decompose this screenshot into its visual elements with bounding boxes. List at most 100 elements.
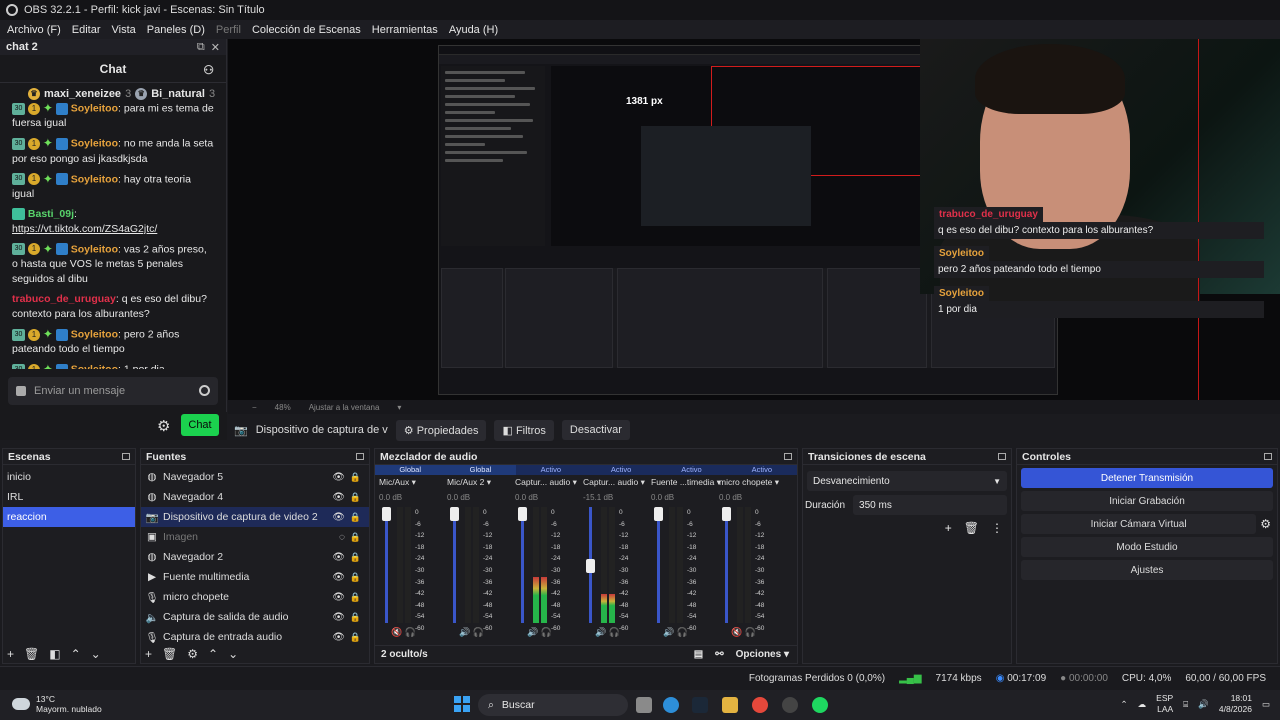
lock-icon[interactable]: 🔒 bbox=[350, 612, 361, 623]
spotify-icon[interactable] bbox=[812, 697, 828, 713]
top-user-2[interactable]: Bi_natural bbox=[151, 88, 205, 100]
notifications-icon[interactable]: ▭ bbox=[1262, 699, 1270, 710]
task-view-icon[interactable] bbox=[636, 697, 652, 713]
volume-slider[interactable] bbox=[450, 507, 459, 521]
chat-messages[interactable]: 30 1 ✦ Soyleitoo: para mi es tema de fue… bbox=[0, 101, 221, 369]
steam-icon[interactable] bbox=[692, 697, 708, 713]
headphones-icon[interactable]: 🎧 bbox=[541, 627, 552, 637]
menu-archivo[interactable]: Archivo (F) bbox=[7, 24, 61, 36]
layout-toggle-icon[interactable]: ▤ bbox=[694, 649, 703, 660]
source-item[interactable]: 🔈 Captura de salida de audio 👁 🔒 bbox=[141, 607, 369, 627]
chat-username[interactable]: trabuco_de_uruguay bbox=[12, 293, 116, 305]
emoji-icon[interactable] bbox=[199, 385, 210, 396]
scene-filters-icon[interactable]: ◧ bbox=[49, 647, 60, 661]
chat-username[interactable]: Soyleitoo bbox=[71, 173, 118, 185]
menu-ayuda[interactable]: Ayuda (H) bbox=[449, 24, 498, 36]
properties-button[interactable]: ⚙ Propiedades bbox=[395, 419, 487, 441]
source-item[interactable]: ▶ Fuente multimedia 👁 🔒 bbox=[141, 567, 369, 587]
undock-icon[interactable] bbox=[784, 453, 792, 460]
undock-icon[interactable] bbox=[1264, 453, 1272, 460]
lock-icon[interactable]: 🔒 bbox=[350, 512, 361, 523]
advanced-audio-icon[interactable]: ⚯ bbox=[715, 649, 723, 660]
duration-input[interactable]: 350 ms bbox=[853, 495, 1007, 515]
move-down-icon[interactable]: ⌄ bbox=[228, 647, 238, 661]
onedrive-icon[interactable]: ☁ bbox=[1138, 699, 1147, 710]
chat-settings-icon[interactable]: ⚙ bbox=[157, 417, 170, 435]
source-item[interactable]: 🎙 Captura de entrada audio 👁 🔒 bbox=[141, 627, 369, 647]
visibility-eye-icon[interactable]: 👁 bbox=[332, 612, 345, 623]
scene-item[interactable]: inicio bbox=[3, 467, 135, 487]
volume-track[interactable] bbox=[385, 507, 388, 623]
chat-username[interactable]: Soyleitoo bbox=[71, 328, 118, 340]
transition-menu-icon[interactable]: ⋮ bbox=[991, 521, 1003, 535]
start-virtual-cam-button[interactable]: Iniciar Cámara Virtual bbox=[1021, 514, 1257, 534]
lock-icon[interactable]: 🔒 bbox=[350, 572, 361, 583]
visibility-eye-icon[interactable]: 👁 bbox=[332, 632, 345, 643]
filters-button[interactable]: ◧ Filtros bbox=[494, 419, 554, 441]
studio-mode-button[interactable]: Modo Estudio bbox=[1021, 537, 1273, 557]
move-up-icon[interactable]: ⌃ bbox=[208, 647, 218, 661]
source-item[interactable]: ◍ Navegador 2 👁 🔒 bbox=[141, 547, 369, 567]
move-down-icon[interactable]: ⌄ bbox=[91, 647, 101, 661]
volume-slider[interactable] bbox=[722, 507, 731, 521]
source-item[interactable]: 🎙 micro chopete 👁 🔒 bbox=[141, 587, 369, 607]
add-transition-icon[interactable]: + bbox=[945, 521, 952, 535]
chat-send-button[interactable]: Chat bbox=[181, 414, 219, 436]
tray-overflow-icon[interactable]: ⌃ bbox=[1121, 699, 1128, 710]
chat-link[interactable]: https://vt.tiktok.com/ZS4aG2jtc/ bbox=[12, 223, 157, 235]
muted-speaker-icon[interactable]: 🔇 🎧 bbox=[391, 627, 416, 638]
mixer-options-button[interactable]: Opciones ▾ bbox=[736, 649, 789, 660]
headphones-icon[interactable]: 🎧 bbox=[405, 627, 416, 637]
menu-vista[interactable]: Vista bbox=[112, 24, 136, 36]
channel-name[interactable]: micro chopete ▾ bbox=[719, 477, 791, 488]
speaker-icon[interactable]: 🔊 🎧 bbox=[459, 627, 484, 638]
volume-track[interactable] bbox=[453, 507, 456, 623]
move-up-icon[interactable]: ⌃ bbox=[71, 647, 81, 661]
network-icon[interactable]: ⌸ bbox=[1183, 699, 1188, 710]
menu-coleccion-escenas[interactable]: Colección de Escenas bbox=[252, 24, 361, 36]
fit-window-button[interactable]: Ajustar a la ventana bbox=[309, 403, 380, 412]
headphones-icon[interactable]: 🎧 bbox=[745, 627, 756, 637]
remove-source-icon[interactable]: 🗑 bbox=[162, 647, 177, 661]
start-icon[interactable] bbox=[454, 696, 470, 712]
input-tools-icon[interactable] bbox=[16, 386, 26, 396]
remove-transition-icon[interactable]: 🗑 bbox=[964, 521, 979, 535]
volume-slider[interactable] bbox=[518, 507, 527, 521]
lock-icon[interactable]: 🔒 bbox=[350, 532, 361, 543]
volume-track[interactable] bbox=[657, 507, 660, 623]
source-item[interactable]: ◍ Navegador 5 👁 🔒 bbox=[141, 467, 369, 487]
menu-perfil[interactable]: Perfil bbox=[216, 24, 241, 36]
source-item[interactable]: 📷 Dispositivo de captura de video 2 👁 🔒 bbox=[141, 507, 369, 527]
undock-icon[interactable] bbox=[998, 453, 1006, 460]
volume-slider[interactable] bbox=[586, 559, 595, 574]
scene-item[interactable]: IRL bbox=[3, 487, 135, 507]
chat-username[interactable]: Soyleitoo bbox=[71, 138, 118, 150]
volume-icon[interactable]: 🔊 bbox=[1198, 699, 1209, 710]
visibility-eye-icon[interactable]: 👁 bbox=[332, 592, 345, 603]
visibility-eye-icon[interactable]: 👁 bbox=[332, 492, 345, 503]
top-user-1[interactable]: maxi_xeneizee bbox=[44, 88, 121, 100]
source-properties-icon[interactable]: ⚙ bbox=[187, 647, 198, 661]
taskbar-search[interactable]: ⌕ Buscar bbox=[478, 694, 628, 716]
chrome-icon[interactable] bbox=[752, 697, 768, 713]
users-settings-icon[interactable]: ⚇ bbox=[203, 63, 214, 77]
file-explorer-icon[interactable] bbox=[722, 697, 738, 713]
lock-icon[interactable]: 🔒 bbox=[350, 592, 361, 603]
headphones-icon[interactable]: 🎧 bbox=[677, 627, 688, 637]
channel-name[interactable]: Captur... audio ▾ bbox=[583, 477, 655, 488]
lock-icon[interactable]: 🔒 bbox=[350, 552, 361, 563]
source-item[interactable]: ▣ Imagen ◌ 🔒 bbox=[141, 527, 369, 547]
channel-name[interactable]: Captur... audio ▾ bbox=[515, 477, 587, 488]
volume-track[interactable] bbox=[725, 507, 728, 623]
edge-icon[interactable] bbox=[663, 697, 679, 713]
visibility-eye-icon[interactable]: ◌ bbox=[339, 532, 345, 543]
zoom-level[interactable]: 48% bbox=[275, 403, 291, 412]
volume-slider[interactable] bbox=[382, 507, 391, 521]
preview-canvas[interactable]: 1381 px trabuco_de_uruguay q es eso del … bbox=[228, 39, 1280, 400]
visibility-eye-icon[interactable]: 👁 bbox=[332, 552, 345, 563]
chat-username[interactable]: Soyleitoo bbox=[71, 102, 118, 114]
menu-paneles[interactable]: Paneles (D) bbox=[147, 24, 205, 36]
volume-slider[interactable] bbox=[654, 507, 663, 521]
transition-select[interactable]: Desvanecimiento ▼ bbox=[807, 471, 1007, 491]
lock-icon[interactable]: 🔒 bbox=[350, 632, 361, 643]
